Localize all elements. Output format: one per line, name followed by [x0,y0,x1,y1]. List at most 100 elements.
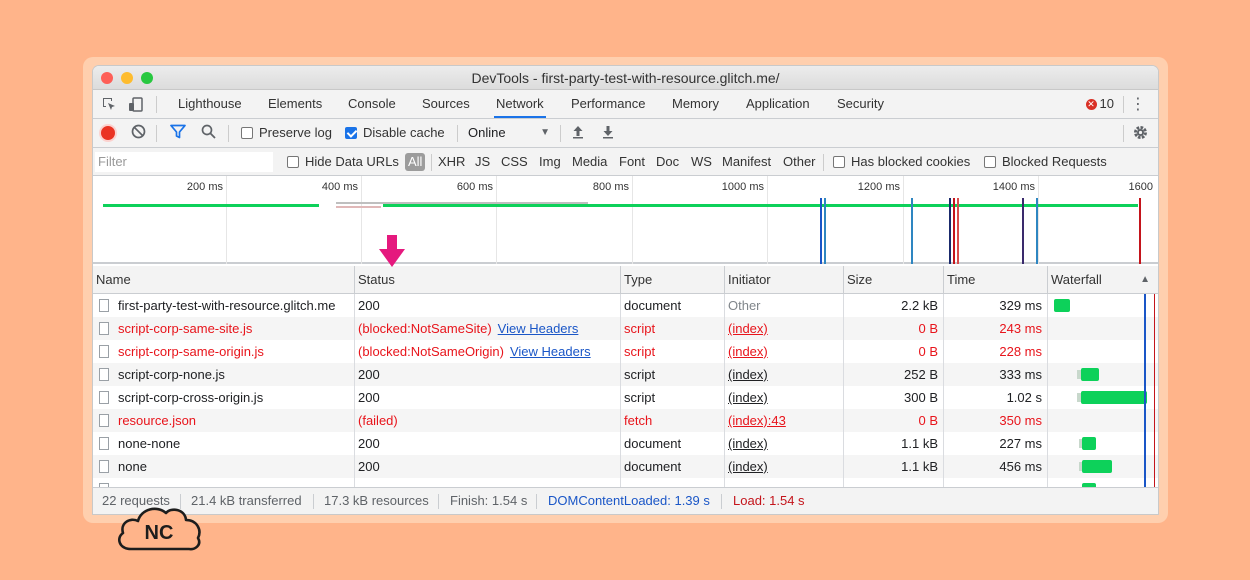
overview-gridline [767,176,768,264]
hide-data-urls-checkbox[interactable]: Hide Data URLs [287,148,399,175]
request-name-cell[interactable]: none [93,455,355,478]
device-toolbar-icon[interactable] [128,96,145,117]
error-counter[interactable]: ✕ 10 [1085,96,1114,111]
filter-type-js[interactable]: JS [475,148,490,175]
table-row[interactable]: script-corp-cross-origin.js 200 script (… [93,386,1158,409]
overview-tick-label: 1400 ms [992,181,1035,193]
request-name-cell[interactable]: none-none [93,432,355,455]
maximize-window-button[interactable] [141,72,153,84]
request-name-cell[interactable]: resource.json [93,409,355,432]
table-row[interactable]: none 200 document (index) 1.1 kB 456 ms [93,455,1158,478]
more-options-icon[interactable]: ⋮ [1130,94,1146,114]
request-name-cell[interactable] [93,478,355,487]
column-header-initiator[interactable]: Initiator [725,266,844,294]
column-header-status[interactable]: Status [355,266,621,294]
record-button[interactable] [101,126,115,140]
tab-performance[interactable]: Performance [569,90,647,118]
table-row[interactable]: script-corp-same-site.js (blocked:NotSam… [93,317,1158,340]
table-row[interactable]: script-corp-none.js 200 script (index) 2… [93,363,1158,386]
initiator-link[interactable]: (index):43 [725,409,844,432]
tab-sources[interactable]: Sources [420,90,472,118]
waterfall-cell[interactable] [1048,363,1158,386]
tab-console[interactable]: Console [346,90,398,118]
filter-type-other[interactable]: Other [783,148,816,175]
waterfall-cell[interactable] [1048,409,1158,432]
waterfall-cell[interactable] [1048,317,1158,340]
filter-type-all[interactable]: All [405,153,426,171]
timeline-overview[interactable]: 200 ms 400 ms 600 ms 800 ms 1000 ms 1200… [93,176,1158,264]
blocked-requests-label: Blocked Requests [1002,154,1107,169]
blocked-requests-checkbox[interactable]: Blocked Requests [984,148,1107,175]
throttling-select[interactable]: Online ▼ [468,119,550,147]
initiator-link[interactable]: (index) [725,340,844,363]
column-header-time[interactable]: Time [944,266,1048,294]
tab-memory[interactable]: Memory [670,90,721,118]
request-name-cell[interactable]: script-corp-same-site.js [93,317,355,340]
view-headers-link[interactable]: View Headers [510,344,591,359]
clear-icon[interactable] [131,124,146,143]
blocked-cookies-label: Has blocked cookies [851,154,971,169]
toolbar-divider [156,125,157,142]
filter-type-manifest[interactable]: Manifest [722,148,771,175]
tab-application[interactable]: Application [744,90,812,118]
column-header-waterfall[interactable]: Waterfall ▲ [1048,266,1158,294]
initiator-link[interactable]: (index) [725,386,844,409]
waterfall-cell[interactable] [1048,386,1158,409]
waterfall-cell[interactable] [1048,478,1158,487]
blocked-requests-box[interactable] [984,156,996,168]
initiator-link[interactable]: (index) [725,432,844,455]
search-icon[interactable] [201,124,216,143]
tab-security[interactable]: Security [835,90,886,118]
table-row[interactable]: resource.json (failed) fetch (index):43 … [93,409,1158,432]
filter-type-xhr[interactable]: XHR [438,148,465,175]
blocked-cookies-checkbox[interactable]: Has blocked cookies [833,148,970,175]
toolbar-divider [228,125,229,142]
column-header-name[interactable]: Name [93,266,355,294]
overview-marker [824,198,826,264]
filter-icon[interactable] [170,124,186,143]
size-cell: 2.2 kB [844,294,944,317]
tab-network[interactable]: Network [494,90,546,118]
request-name-cell[interactable]: script-corp-same-origin.js [93,340,355,363]
blocked-cookies-box[interactable] [833,156,845,168]
initiator-link[interactable]: (index) [725,455,844,478]
preserve-log-box[interactable] [241,127,253,139]
table-row[interactable]: none-none 200 document (index) 1.1 kB 22… [93,432,1158,455]
inspect-element-icon[interactable] [101,96,118,117]
filter-type-font[interactable]: Font [619,148,645,175]
hide-data-urls-box[interactable] [287,156,299,168]
initiator-link[interactable]: (index) [725,317,844,340]
preserve-log-checkbox[interactable]: Preserve log [241,119,332,147]
table-row[interactable]: first-party-test-with-resource.glitch.me… [93,294,1158,317]
column-header-size[interactable]: Size [844,266,944,294]
column-header-type[interactable]: Type [621,266,725,294]
filter-type-doc[interactable]: Doc [656,148,679,175]
request-name-cell[interactable]: script-corp-none.js [93,363,355,386]
tab-lighthouse[interactable]: Lighthouse [176,90,244,118]
minimize-window-button[interactable] [121,72,133,84]
waterfall-cell[interactable] [1048,432,1158,455]
filter-type-img[interactable]: Img [539,148,561,175]
initiator-link[interactable]: (index) [725,363,844,386]
filter-type-css[interactable]: CSS [501,148,528,175]
filter-type-ws[interactable]: WS [691,148,712,175]
table-row[interactable] [93,478,1158,487]
disable-cache-box[interactable] [345,127,357,139]
table-row[interactable]: script-corp-same-origin.js (blocked:NotS… [93,340,1158,363]
gear-icon[interactable] [1132,124,1149,145]
close-window-button[interactable] [101,72,113,84]
filter-input[interactable]: Filter [95,152,273,172]
request-name-cell[interactable]: first-party-test-with-resource.glitch.me [93,294,355,317]
import-har-icon[interactable] [571,124,585,143]
view-headers-link[interactable]: View Headers [498,321,579,336]
tab-elements[interactable]: Elements [266,90,324,118]
filter-type-media[interactable]: Media [572,148,607,175]
overview-tick-label: 400 ms [321,181,358,193]
request-name-cell[interactable]: script-corp-cross-origin.js [93,386,355,409]
toolbar-divider [560,125,561,142]
waterfall-cell[interactable] [1048,294,1158,317]
disable-cache-checkbox[interactable]: Disable cache [345,119,445,147]
waterfall-cell[interactable] [1048,455,1158,478]
export-har-icon[interactable] [601,124,615,143]
waterfall-cell[interactable] [1048,340,1158,363]
